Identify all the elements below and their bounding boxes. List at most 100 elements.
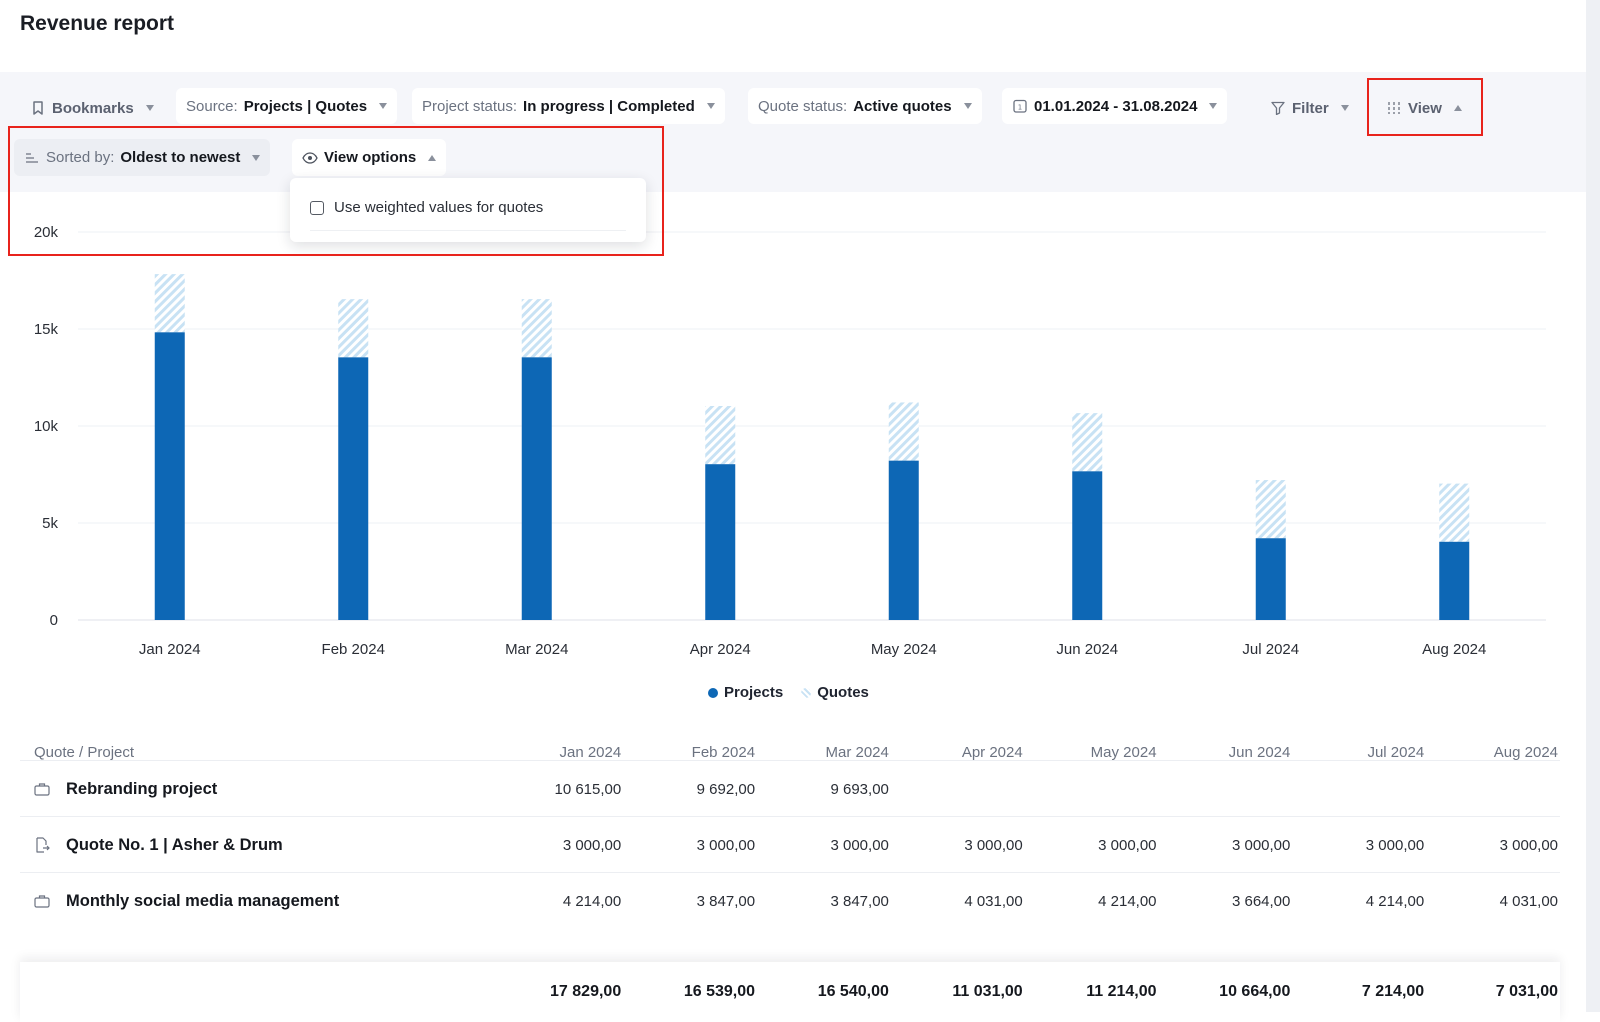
quote-status-label: Quote status:	[758, 97, 848, 115]
row-name[interactable]: Rebranding project	[66, 780, 217, 799]
total-value: 11 214,00	[1086, 983, 1157, 1000]
project-status-value: In progress | Completed	[523, 97, 695, 115]
svg-text:1: 1	[1018, 104, 1022, 112]
funnel-icon	[1270, 100, 1286, 116]
chevron-down-icon	[379, 103, 388, 109]
sort-icon	[24, 150, 40, 166]
sorted-by-value: Oldest to newest	[120, 149, 241, 166]
bar-projects[interactable]	[521, 357, 552, 620]
view-options-label: View options	[324, 149, 417, 166]
table-row[interactable]: Rebranding project 10 615,00 9 692,00 9 …	[20, 760, 1560, 817]
header-month[interactable]: Jun 2024	[1159, 744, 1293, 761]
sliders-icon	[1386, 100, 1402, 116]
chevron-down-icon	[963, 103, 972, 109]
quote-status-value: Active quotes	[853, 97, 952, 115]
totals-row: 17 829,00 16 539,00 16 540,00 11 031,00 …	[20, 962, 1560, 1022]
project-status-filter[interactable]: Project status: In progress | Completed	[412, 88, 725, 124]
x-tick-label: Apr 2024	[690, 641, 751, 658]
header-month[interactable]: Mar 2024	[757, 744, 891, 761]
cell-value: 3 847,00	[696, 892, 756, 910]
header-month[interactable]: May 2024	[1025, 744, 1159, 761]
bar-projects[interactable]	[1255, 538, 1286, 620]
total-value: 11 031,00	[952, 983, 1023, 1000]
x-tick-label: Jul 2024	[1242, 641, 1299, 658]
bar-quotes[interactable]	[521, 299, 552, 358]
y-tick-label: 5k	[42, 515, 58, 532]
briefcase-icon	[34, 893, 50, 909]
legend-item-quotes[interactable]: Quotes	[801, 684, 869, 701]
row-name[interactable]: Quote No. 1 | Asher & Drum	[66, 836, 283, 855]
y-tick-label: 10k	[34, 418, 59, 435]
total-value: 7 214,00	[1361, 983, 1425, 1000]
header-month[interactable]: Feb 2024	[623, 744, 757, 761]
cell-value: 9 692,00	[696, 780, 756, 798]
weighted-values-checkbox[interactable]	[310, 200, 324, 215]
weighted-values-label: Use weighted values for quotes	[334, 199, 544, 216]
bar-quotes[interactable]	[705, 405, 736, 465]
projects-swatch	[708, 687, 718, 698]
cell-value: 4 031,00	[964, 892, 1023, 910]
legend-projects-label: Projects	[724, 684, 784, 701]
bar-projects[interactable]	[338, 357, 369, 620]
filter-button[interactable]: Filter	[1260, 90, 1359, 126]
total-value: 16 539,00	[683, 983, 756, 1000]
y-tick-label: 0	[50, 612, 58, 629]
eye-icon	[302, 150, 318, 166]
date-range-picker[interactable]: 1 01.01.2024 - 31.08.2024	[1002, 88, 1228, 124]
cell-value: 3 000,00	[1499, 836, 1559, 854]
x-tick-label: Jan 2024	[139, 641, 201, 658]
bar-projects[interactable]	[154, 332, 185, 620]
chevron-down-icon	[252, 154, 261, 161]
sorted-by-label: Sorted by:	[46, 149, 115, 166]
briefcase-icon	[34, 781, 50, 797]
cell-value: 4 031,00	[1499, 892, 1559, 910]
bar-projects[interactable]	[1072, 471, 1103, 620]
legend-item-projects[interactable]: Projects	[708, 684, 783, 701]
cell-value: 3 000,00	[562, 836, 622, 854]
bookmark-icon	[30, 100, 46, 116]
quote-document-icon	[34, 837, 50, 853]
sort-order-dropdown[interactable]: Sorted by: Oldest to newest	[14, 139, 271, 176]
chevron-up-icon	[1453, 105, 1462, 111]
cell-value: 3 847,00	[830, 892, 889, 910]
cell-value: 3 000,00	[696, 836, 756, 854]
chevron-down-icon	[1209, 103, 1218, 109]
header-quote-project[interactable]: Quote / Project	[20, 744, 489, 761]
table-row[interactable]: Quote No. 1 | Asher & Drum 3 000,00 3 00…	[20, 816, 1560, 873]
source-filter[interactable]: Source: Projects | Quotes	[176, 88, 398, 124]
total-value: 7 031,00	[1495, 983, 1559, 1000]
bar-quotes[interactable]	[1072, 413, 1103, 472]
bar-projects[interactable]	[888, 460, 919, 620]
calendar-icon: 1	[1012, 98, 1028, 114]
header-month[interactable]: Apr 2024	[891, 744, 1025, 761]
bar-quotes[interactable]	[338, 299, 369, 358]
quote-status-filter[interactable]: Quote status: Active quotes	[748, 88, 982, 124]
view-button[interactable]: View	[1376, 90, 1472, 126]
x-tick-label: Jun 2024	[1056, 641, 1118, 658]
cell-value: 4 214,00	[562, 892, 622, 910]
view-options-button[interactable]: View options	[292, 139, 447, 176]
header-month[interactable]: Jul 2024	[1292, 744, 1426, 761]
table-row[interactable]: Monthly social media management 4 214,00…	[20, 872, 1560, 929]
chevron-down-icon	[1340, 105, 1349, 111]
bar-projects[interactable]	[1439, 541, 1470, 620]
bar-projects[interactable]	[705, 464, 736, 620]
scrollbar-track[interactable]	[1586, 0, 1600, 1012]
revenue-bar-chart: 0 5k 10k 15k 20k Jan 2024 Feb 2024 Mar 2024 Apr…	[34, 224, 1546, 658]
bookmarks-button[interactable]: Bookmarks	[20, 90, 164, 126]
header-month[interactable]: Aug 2024	[1426, 744, 1560, 761]
bar-quotes[interactable]	[1255, 480, 1286, 539]
weighted-values-option[interactable]: Use weighted values for quotes	[310, 199, 543, 216]
cell-value: 3 664,00	[1231, 892, 1291, 910]
bar-quotes[interactable]	[1439, 483, 1470, 542]
bar-quotes[interactable]	[888, 402, 919, 461]
bar-quotes[interactable]	[154, 274, 185, 333]
x-tick-label: Mar 2024	[505, 641, 568, 658]
legend-quotes-label: Quotes	[817, 684, 869, 701]
cell-value: 3 000,00	[830, 836, 889, 854]
filter-label: Filter	[1292, 99, 1329, 117]
row-name[interactable]: Monthly social media management	[66, 892, 339, 911]
header-month[interactable]: Jan 2024	[489, 744, 623, 761]
bookmarks-label: Bookmarks	[52, 99, 134, 117]
y-tick-label: 20k	[34, 224, 59, 241]
